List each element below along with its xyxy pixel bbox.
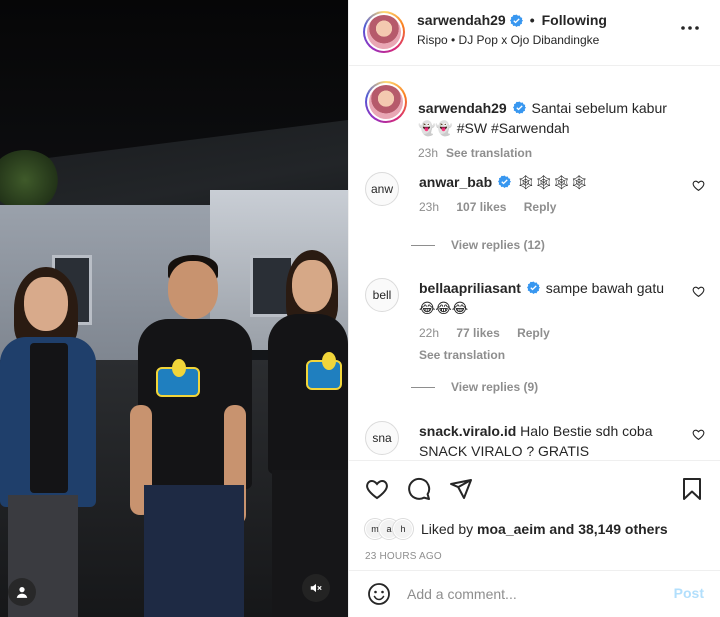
send-icon [450,479,472,499]
post-timestamp[interactable]: 23 HOURS AGO [365,551,442,562]
liker-avatar[interactable]: h [393,519,413,539]
reply-button[interactable]: Reply [524,200,557,214]
view-replies-button[interactable]: View replies (9) [411,380,538,394]
comment-text: 🕸🕸🕸🕸 [516,174,589,190]
view-replies-button[interactable]: View replies (12) [411,238,545,252]
like-button[interactable] [363,475,391,503]
reply-button[interactable]: Reply [517,326,550,340]
comment-like-heart-icon[interactable] [692,428,705,441]
user-icon [16,587,28,598]
comment-item: sna snack.viralo.id Halo Bestie sdh coba… [365,421,705,460]
shirt-logo [306,352,342,390]
comment-item: bell bellaapriliasant sampe bawah gatu😂😂… [365,278,705,378]
liked-by-others[interactable]: and 38,149 others [549,521,667,537]
verified-badge-icon [512,101,526,114]
comment-body: snack.viralo.id Halo Bestie sdh coba SNA… [419,421,677,460]
comment-like-heart-icon[interactable] [692,285,705,298]
comment-avatar[interactable]: sna [365,421,399,455]
header-user-line: sarwendah29 • Following [417,12,607,28]
comment-button[interactable] [405,475,433,503]
caption-body: sarwendah29 Santai sebelum kabur👻👻 #SW #… [418,98,678,163]
emoji-button[interactable] [367,582,391,606]
share-button[interactable] [447,475,475,503]
add-comment-bar: Post [349,570,720,617]
comments-list[interactable]: sarwendah29 Santai sebelum kabur👻👻 #SW #… [349,67,720,460]
more-options-button[interactable] [680,18,700,38]
comment-avatar[interactable]: bell [365,278,399,312]
muted-speaker-icon [310,583,322,593]
caption-avatar[interactable] [365,81,407,123]
see-translation-link[interactable]: See translation [419,345,677,365]
liked-by-summary: m a h Liked by moa_aeim and 38,149 other… [365,519,668,539]
comment-username[interactable]: snack.viralo.id [419,423,516,439]
caption-time[interactable]: 23h [418,146,438,160]
comment-username[interactable]: bellaapriliasant [419,280,521,296]
tagged-users-button[interactable] [8,578,36,606]
video-person-right [250,250,348,617]
post-side-panel: sarwendah29 • Following Rispo • DJ Pop x… [348,0,720,617]
heart-icon [366,479,388,500]
see-translation-link[interactable]: See translation [446,146,532,160]
liker-avatars: m a h [365,519,413,539]
comment-time[interactable]: 23h [419,200,439,214]
verified-badge-icon [526,281,540,294]
comment-body: anwar_bab 🕸🕸🕸🕸 23h 107 likes Reply [419,172,677,217]
mute-button[interactable] [302,574,330,602]
more-horizontal-icon [681,26,699,30]
post-comment-button[interactable]: Post [674,585,704,601]
comment-likes[interactable]: 77 likes [456,326,499,340]
comment-username[interactable]: anwar_bab [419,174,492,190]
comment-meta: 22h 77 likes Reply [419,323,677,343]
caption-username[interactable]: sarwendah29 [418,100,507,116]
comment-likes[interactable]: 107 likes [456,200,506,214]
caption-meta: 23h See translation [418,143,678,163]
comment-avatar[interactable]: anw [365,172,399,206]
emoji-icon [368,583,390,605]
post-video[interactable] [0,0,348,617]
following-button[interactable]: Following [542,12,607,28]
comment-like-heart-icon[interactable] [692,179,705,192]
verified-badge-icon [509,14,523,27]
verified-badge-icon [498,175,512,188]
author-username[interactable]: sarwendah29 [417,12,506,28]
comment-icon [408,477,431,500]
post-header: sarwendah29 • Following Rispo • DJ Pop x… [349,0,720,66]
audio-track-link[interactable]: Rispo • DJ Pop x Ojo Dibandingke [417,33,599,47]
bookmark-icon [683,478,701,500]
save-button[interactable] [678,475,706,503]
video-person-left [0,265,110,617]
shirt-logo [156,359,200,397]
video-person-middle [128,255,258,617]
author-avatar[interactable] [363,11,405,53]
liked-by-user[interactable]: moa_aeim [477,521,545,537]
comment-body: bellaapriliasant sampe bawah gatu😂😂😂 22h… [419,278,677,365]
comment-input[interactable] [407,583,637,605]
comment-meta: 23h 107 likes Reply [419,197,677,217]
separator-dot: • [529,12,535,28]
comment-time[interactable]: 22h [419,326,439,340]
liked-by-prefix: Liked by [421,521,474,537]
